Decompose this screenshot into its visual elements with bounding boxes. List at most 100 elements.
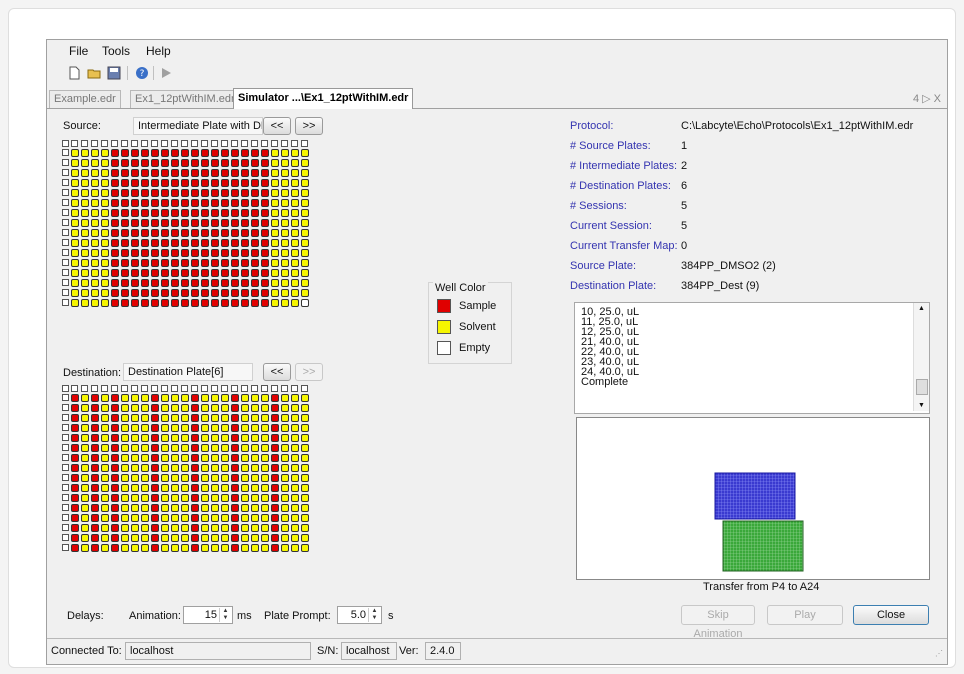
column-header[interactable] [91, 140, 98, 147]
well[interactable] [101, 404, 109, 412]
well[interactable] [301, 524, 309, 532]
well[interactable] [201, 289, 209, 297]
well[interactable] [141, 229, 149, 237]
well[interactable] [71, 299, 79, 307]
column-header[interactable] [151, 140, 158, 147]
well[interactable] [81, 524, 89, 532]
well[interactable] [291, 504, 299, 512]
well[interactable] [261, 414, 269, 422]
well[interactable] [281, 494, 289, 502]
well[interactable] [151, 484, 159, 492]
column-header[interactable] [81, 385, 88, 392]
well[interactable] [131, 524, 139, 532]
well[interactable] [131, 484, 139, 492]
column-header[interactable] [301, 140, 308, 147]
well[interactable] [91, 199, 99, 207]
well[interactable] [151, 189, 159, 197]
well[interactable] [191, 444, 199, 452]
well[interactable] [161, 504, 169, 512]
well[interactable] [121, 454, 129, 462]
well[interactable] [301, 199, 309, 207]
well[interactable] [151, 424, 159, 432]
well[interactable] [91, 249, 99, 257]
well[interactable] [301, 289, 309, 297]
destination-next-button[interactable]: >> [295, 363, 323, 381]
well[interactable] [221, 159, 229, 167]
well[interactable] [121, 289, 129, 297]
spinner-arrows-icon[interactable]: ▲ ▼ [219, 608, 231, 622]
well[interactable] [71, 169, 79, 177]
well[interactable] [201, 414, 209, 422]
well[interactable] [121, 444, 129, 452]
well[interactable] [111, 524, 119, 532]
plate-prompt-input[interactable]: 5.0 ▲ ▼ [337, 606, 382, 624]
well[interactable] [141, 524, 149, 532]
well[interactable] [71, 514, 79, 522]
well[interactable] [261, 444, 269, 452]
well[interactable] [231, 269, 239, 277]
well[interactable] [141, 444, 149, 452]
well[interactable] [71, 454, 79, 462]
well[interactable] [151, 414, 159, 422]
well[interactable] [261, 454, 269, 462]
well[interactable] [111, 209, 119, 217]
well[interactable] [71, 504, 79, 512]
well[interactable] [181, 269, 189, 277]
well[interactable] [301, 219, 309, 227]
well[interactable] [231, 279, 239, 287]
well[interactable] [291, 189, 299, 197]
well[interactable] [151, 149, 159, 157]
column-header[interactable] [261, 140, 268, 147]
well[interactable] [231, 299, 239, 307]
well[interactable] [101, 259, 109, 267]
well[interactable] [161, 219, 169, 227]
source-prev-button[interactable]: << [263, 117, 291, 135]
well[interactable] [301, 494, 309, 502]
well[interactable] [91, 189, 99, 197]
well[interactable] [81, 269, 89, 277]
well[interactable] [261, 434, 269, 442]
column-header[interactable] [301, 385, 308, 392]
well[interactable] [161, 524, 169, 532]
well[interactable] [241, 464, 249, 472]
well[interactable] [281, 544, 289, 552]
well[interactable] [141, 169, 149, 177]
well[interactable] [221, 249, 229, 257]
well[interactable] [251, 524, 259, 532]
well[interactable] [71, 239, 79, 247]
well[interactable] [191, 279, 199, 287]
well[interactable] [231, 434, 239, 442]
well[interactable] [81, 544, 89, 552]
well[interactable] [201, 209, 209, 217]
well[interactable] [91, 209, 99, 217]
well[interactable] [281, 259, 289, 267]
well[interactable] [251, 199, 259, 207]
well[interactable] [151, 239, 159, 247]
well[interactable] [111, 444, 119, 452]
row-header[interactable] [62, 169, 69, 176]
well[interactable] [251, 289, 259, 297]
row-header[interactable] [62, 424, 69, 431]
well[interactable] [201, 249, 209, 257]
well[interactable] [241, 209, 249, 217]
well[interactable] [121, 229, 129, 237]
well[interactable] [151, 199, 159, 207]
well[interactable] [91, 219, 99, 227]
well[interactable] [171, 169, 179, 177]
well[interactable] [141, 209, 149, 217]
well[interactable] [211, 179, 219, 187]
well[interactable] [181, 424, 189, 432]
well[interactable] [101, 474, 109, 482]
well[interactable] [131, 544, 139, 552]
well[interactable] [191, 289, 199, 297]
well[interactable] [81, 474, 89, 482]
column-header[interactable] [181, 385, 188, 392]
tab-ex1[interactable]: Ex1_12ptWithIM.edr [130, 90, 240, 108]
well[interactable] [141, 424, 149, 432]
well[interactable] [81, 534, 89, 542]
well[interactable] [101, 209, 109, 217]
well[interactable] [171, 494, 179, 502]
well[interactable] [251, 444, 259, 452]
well[interactable] [291, 534, 299, 542]
well[interactable] [71, 404, 79, 412]
